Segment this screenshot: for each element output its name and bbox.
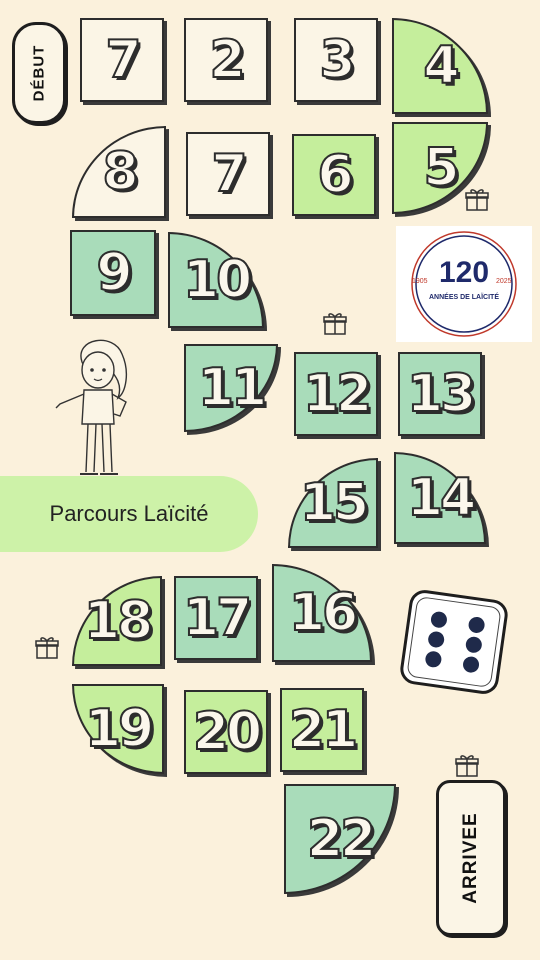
board-square-7[interactable]: 7 — [186, 132, 270, 216]
board-square-8[interactable]: 8 — [72, 126, 166, 218]
board-square-21[interactable]: 21 — [280, 688, 364, 772]
start-label: DÉBUT — [12, 22, 66, 124]
board-square-6[interactable]: 6 — [292, 134, 376, 216]
board-square-17[interactable]: 17 — [174, 576, 258, 660]
logo-caption: ANNÉES DE LAÏCITÉ — [428, 294, 499, 301]
board-square-12[interactable]: 12 — [294, 352, 378, 436]
board-square-18[interactable]: 18 — [72, 576, 162, 666]
finish-label: ARRIVEE — [436, 780, 506, 936]
board-square-13[interactable]: 13 — [398, 352, 482, 436]
board-square-22[interactable]: 22 — [284, 784, 396, 894]
board-square-3[interactable]: 3 — [294, 18, 378, 102]
board-square-15[interactable]: 15 — [288, 458, 378, 548]
gift-icon — [465, 189, 489, 211]
board-square-11[interactable]: 11 — [184, 344, 278, 432]
dice-icon[interactable] — [396, 585, 513, 699]
board-square-20[interactable]: 20 — [184, 690, 268, 774]
logo-year-start: 1905 — [412, 278, 428, 285]
board-square-9[interactable]: 9 — [70, 230, 156, 316]
board-square-4[interactable]: 4 — [392, 18, 488, 114]
gift-icon — [35, 637, 59, 659]
girl-character — [55, 339, 128, 475]
laicite-logo: 120 1905 2025 ANNÉES DE LAÏCITÉ — [396, 226, 532, 342]
board-square-2[interactable]: 2 — [184, 18, 268, 102]
board-square-19[interactable]: 19 — [72, 684, 164, 774]
board-square-1[interactable]: 7 — [80, 18, 164, 102]
page-title: Parcours Laïcité — [0, 476, 258, 552]
gift-icon — [323, 313, 347, 335]
board-square-14[interactable]: 14 — [394, 452, 486, 544]
gift-icon — [455, 755, 479, 777]
logo-year-end: 2025 — [496, 278, 512, 285]
board-square-10[interactable]: 10 — [168, 232, 264, 328]
board-square-16[interactable]: 16 — [272, 564, 372, 662]
